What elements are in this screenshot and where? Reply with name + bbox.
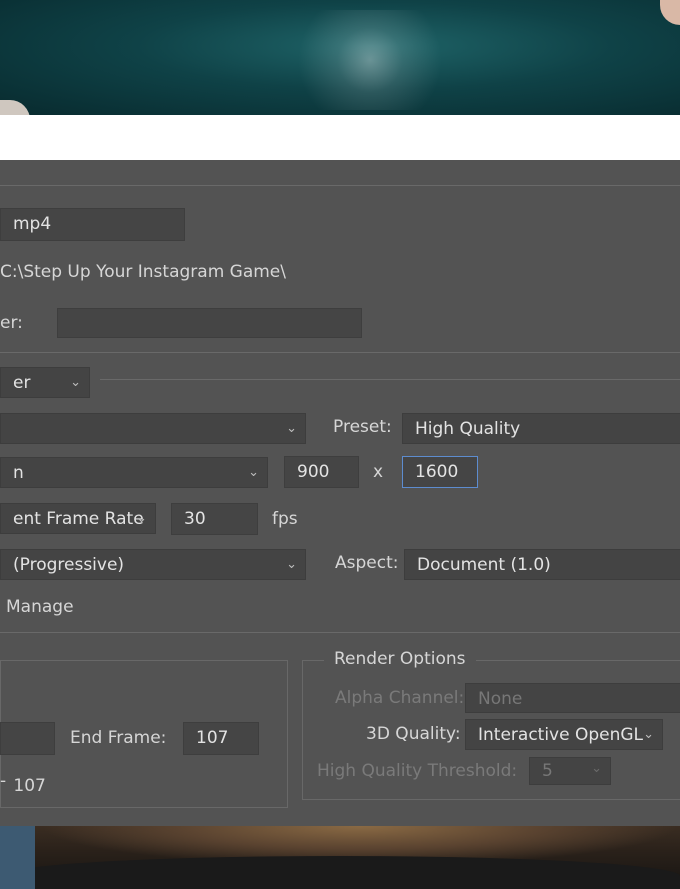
background-photo-top <box>0 0 680 115</box>
white-band <box>0 115 680 160</box>
photo-blue-object <box>0 826 35 889</box>
renderer-select[interactable]: er ⌄ <box>0 367 90 398</box>
frame-rate-input[interactable]: 30 <box>171 503 258 535</box>
renderer-value: er <box>13 373 31 393</box>
render-video-dialog: mp4 C:\Step Up Your Instagram Game\ er: … <box>0 160 680 826</box>
threshold-value: 5 <box>542 761 553 781</box>
chevron-down-icon: ⌄ <box>136 511 147 526</box>
aspect-value: Document (1.0) <box>417 555 551 575</box>
chevron-down-icon: ⌄ <box>248 465 259 480</box>
color-manage-checkbox-label[interactable]: Manage <box>6 597 74 617</box>
separator-lower <box>0 632 680 633</box>
separator-mid <box>0 352 680 353</box>
file-name-input[interactable]: mp4 <box>0 208 185 241</box>
photo-hand <box>660 0 680 25</box>
size-separator: x <box>373 462 384 482</box>
alpha-channel-value: None <box>478 689 523 709</box>
separator-top <box>0 185 680 186</box>
render-options-title: Render Options <box>324 649 476 669</box>
frame-rate-mode-select[interactable]: ent Frame Rate ⌄ <box>0 503 156 534</box>
chevron-down-icon: ⌄ <box>286 421 297 436</box>
frame-rate-mode-value: ent Frame Rate <box>13 509 144 529</box>
chevron-down-icon: ⌄ <box>591 761 602 776</box>
alpha-channel-label: Alpha Channel: <box>335 688 465 708</box>
range-summary: - 107 <box>0 771 46 796</box>
width-input[interactable]: 900 <box>284 456 359 488</box>
renderer-divider <box>100 379 680 380</box>
size-select[interactable]: n ⌄ <box>0 457 268 488</box>
quality-select[interactable]: Interactive OpenGL ⌄ <box>465 719 663 750</box>
preset-select[interactable]: High Quality <box>402 413 680 444</box>
subfolder-input[interactable] <box>57 308 362 338</box>
threshold-select[interactable]: 5 ⌄ <box>529 757 611 785</box>
height-input[interactable]: 1600 <box>402 456 478 488</box>
background-photo-bottom <box>0 826 680 889</box>
chevron-down-icon: ⌄ <box>643 727 654 742</box>
photo-bowl-rim <box>0 856 680 889</box>
range-summary-value: 107 <box>13 776 46 796</box>
subfolder-label: er: <box>0 313 23 333</box>
fps-label: fps <box>272 509 298 529</box>
aspect-select[interactable]: Document (1.0) <box>404 549 680 580</box>
end-frame-label: End Frame: <box>70 728 167 748</box>
end-frame-input[interactable]: 107 <box>183 722 259 755</box>
field-order-select[interactable]: (Progressive) ⌄ <box>0 549 306 580</box>
photo-sparkle <box>250 10 450 110</box>
chevron-down-icon: ⌄ <box>286 557 297 572</box>
preset-label: Preset: <box>333 417 392 437</box>
field-order-value: (Progressive) <box>13 555 125 575</box>
quality-value: Interactive OpenGL <box>478 725 644 745</box>
threshold-label: High Quality Threshold: <box>317 761 518 781</box>
preset-value: High Quality <box>415 419 521 439</box>
photo-plate-edge <box>0 100 30 115</box>
start-frame-input[interactable] <box>0 722 55 755</box>
format-select[interactable]: ⌄ <box>0 413 306 444</box>
aspect-label: Aspect: <box>335 553 399 573</box>
alpha-channel-select[interactable]: None <box>465 683 680 713</box>
size-value: n <box>13 463 24 483</box>
range-summary-arrow: - <box>0 771 7 791</box>
file-location-path: C:\Step Up Your Instagram Game\ <box>0 262 286 282</box>
quality-label: 3D Quality: <box>366 724 461 744</box>
chevron-down-icon: ⌄ <box>70 375 81 390</box>
